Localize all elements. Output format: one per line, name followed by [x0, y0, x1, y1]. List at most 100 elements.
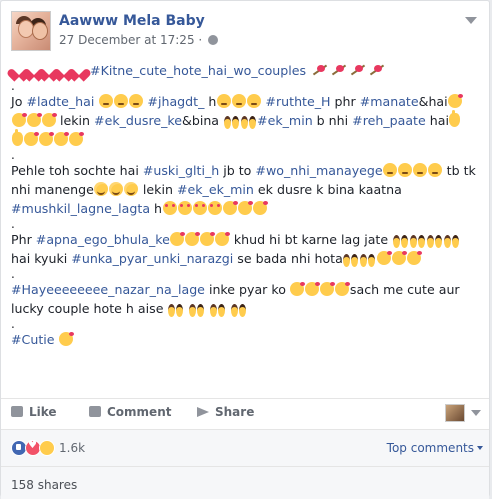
hashtag-link[interactable]: #manate	[360, 94, 419, 109]
hashtag-link[interactable]: #Cutie	[11, 332, 55, 347]
post-line: hai kyuki #unka_pyar_unki_narazgi se bad…	[11, 249, 479, 268]
hashtag-link[interactable]: #jhagdt_	[147, 94, 204, 109]
heart-eyes-icon	[177, 201, 192, 215]
kiss-icon	[377, 251, 393, 265]
hashtag-link[interactable]: #unka_pyar_unki_narazgi	[71, 251, 233, 266]
kiss-icon	[335, 282, 351, 296]
heart-icon	[72, 64, 86, 77]
post-line: nhi manenge lekin #ek_ek_min ek dusre k …	[11, 180, 479, 199]
smirk-icon	[113, 94, 128, 108]
hashtag-link[interactable]: #mushkil_lagne_lagta	[11, 201, 150, 216]
reactions-bar: 1.6k Top comments	[1, 429, 489, 466]
post-card: Aawww Mela Baby 27 December at 17:25 · #…	[0, 0, 490, 499]
heart-arrow-icon	[311, 63, 329, 77]
hashtag-link[interactable]: #ek_ek_min	[177, 182, 254, 197]
post-text: b nhi	[312, 113, 353, 128]
ok-hand-icon	[449, 110, 461, 127]
hashtag-link[interactable]: #reh_paate	[352, 113, 426, 128]
couple-kiss-icon	[426, 232, 443, 248]
like-button[interactable]: Like	[11, 405, 57, 419]
post-line: Jo #ladte_hai #jhagdt_ h #ruthte_H phr #…	[11, 92, 479, 111]
hashtag-link[interactable]: #ek_dusre_ke	[94, 113, 182, 128]
hashtag-link[interactable]: #uski_glti_h	[143, 163, 219, 178]
kiss-icon	[222, 201, 238, 215]
post-text: phr	[330, 94, 360, 109]
reaction-count[interactable]: 1.6k	[59, 441, 85, 455]
dot-line: .	[11, 317, 15, 331]
post-timestamp[interactable]: 27 December at 17:25	[59, 33, 195, 47]
shares-count[interactable]: 158 shares	[11, 478, 77, 492]
hashtag-link[interactable]: #Kitne_cute_hote_hai_wo_couples	[90, 63, 306, 78]
hashtag-link[interactable]: #apna_ego_bhula_ke	[36, 232, 170, 247]
couple-kiss-icon	[360, 251, 376, 267]
kiss-icon	[11, 113, 27, 127]
couple-kiss-icon	[167, 301, 184, 317]
kiss-icon	[200, 232, 216, 246]
smirk-icon	[216, 94, 231, 108]
smirk-icon	[413, 163, 428, 177]
heart-arrow-icon	[330, 63, 348, 77]
share-arrow-icon	[197, 407, 209, 417]
top-comments-dropdown[interactable]: Top comments	[387, 441, 483, 455]
smirk-icon	[128, 94, 143, 108]
kiss-icon	[320, 282, 336, 296]
blush-icon	[124, 182, 139, 196]
kiss-icon	[170, 232, 186, 246]
post-text: &hai	[418, 94, 448, 109]
post-options-chevron-icon[interactable]	[465, 17, 477, 24]
hashtag-link[interactable]: #wo_nhi_manayege	[255, 163, 382, 178]
post-text: tb tk	[442, 163, 476, 178]
post-line: lekin #ek_dusre_ke&bina #ek_min b nhi #r…	[11, 110, 479, 130]
smirk-icon	[428, 163, 443, 177]
post-text: h	[204, 94, 217, 109]
post-text: lekin	[138, 182, 177, 197]
post-text: &bina	[182, 113, 224, 128]
top-comments-label: Top comments	[386, 441, 474, 455]
post-text: nhi manenge	[11, 182, 94, 197]
share-button[interactable]: Share	[197, 405, 254, 419]
share-label: Share	[215, 405, 255, 419]
action-bar: Like Comment Share	[1, 398, 489, 429]
kiss-icon	[237, 201, 253, 215]
post-text: Pehle toh sochte hai	[11, 163, 143, 178]
couple-kiss-icon	[343, 251, 359, 267]
dot-line: .	[11, 267, 15, 281]
post-line: #Kitne_cute_hote_hai_wo_couples	[11, 61, 479, 80]
post-header: Aawww Mela Baby 27 December at 17:25 ·	[11, 11, 481, 51]
commenter-avatar[interactable]	[445, 404, 465, 422]
hashtag-link[interactable]: #ruthte_H	[265, 94, 330, 109]
post-line: lucky couple hote h aise	[11, 299, 479, 318]
shares-bar: 158 shares	[1, 466, 489, 499]
chevron-down-icon[interactable]	[471, 410, 481, 416]
post-text: se bada nhi hota	[233, 251, 343, 266]
page-name-link[interactable]: Aawww Mela Baby	[59, 13, 205, 29]
kiss-icon	[68, 132, 84, 146]
post-text: lucky couple hote h aise	[11, 301, 168, 316]
heart-arrow-icon	[368, 63, 386, 77]
couple-kiss-icon	[209, 301, 226, 317]
kiss-icon	[41, 113, 57, 127]
heart-arrow-icon	[349, 63, 367, 77]
couple-kiss-icon	[231, 301, 247, 317]
dot-line: .	[11, 148, 15, 162]
post-text: Jo	[11, 94, 27, 109]
dot-line: .	[11, 217, 15, 231]
page-avatar[interactable]	[11, 11, 51, 51]
kiss-icon	[290, 282, 306, 296]
hashtag-link[interactable]: #Hayeeeeeeee_nazar_na_lage	[11, 282, 205, 297]
smirk-icon	[398, 163, 413, 177]
post-text: khud hi bt karne lag jate	[229, 232, 393, 247]
kiss-icon	[305, 282, 321, 296]
thumbs-up-icon	[11, 406, 23, 417]
post-text: jb to	[219, 163, 256, 178]
hashtag-link[interactable]: #ek_min	[257, 113, 313, 128]
globe-icon	[208, 35, 219, 45]
sad-reaction-icon[interactable]	[39, 440, 55, 456]
comment-button[interactable]: Comment	[89, 405, 171, 419]
post-text: ek dusre k bina kaatna	[253, 182, 402, 197]
couple-kiss-icon	[392, 232, 409, 248]
post-text: sach me cute aur	[349, 282, 460, 297]
hashtag-link[interactable]: #ladte_hai	[26, 94, 94, 109]
smirk-icon	[98, 94, 113, 108]
heart-eyes-icon	[162, 201, 177, 215]
